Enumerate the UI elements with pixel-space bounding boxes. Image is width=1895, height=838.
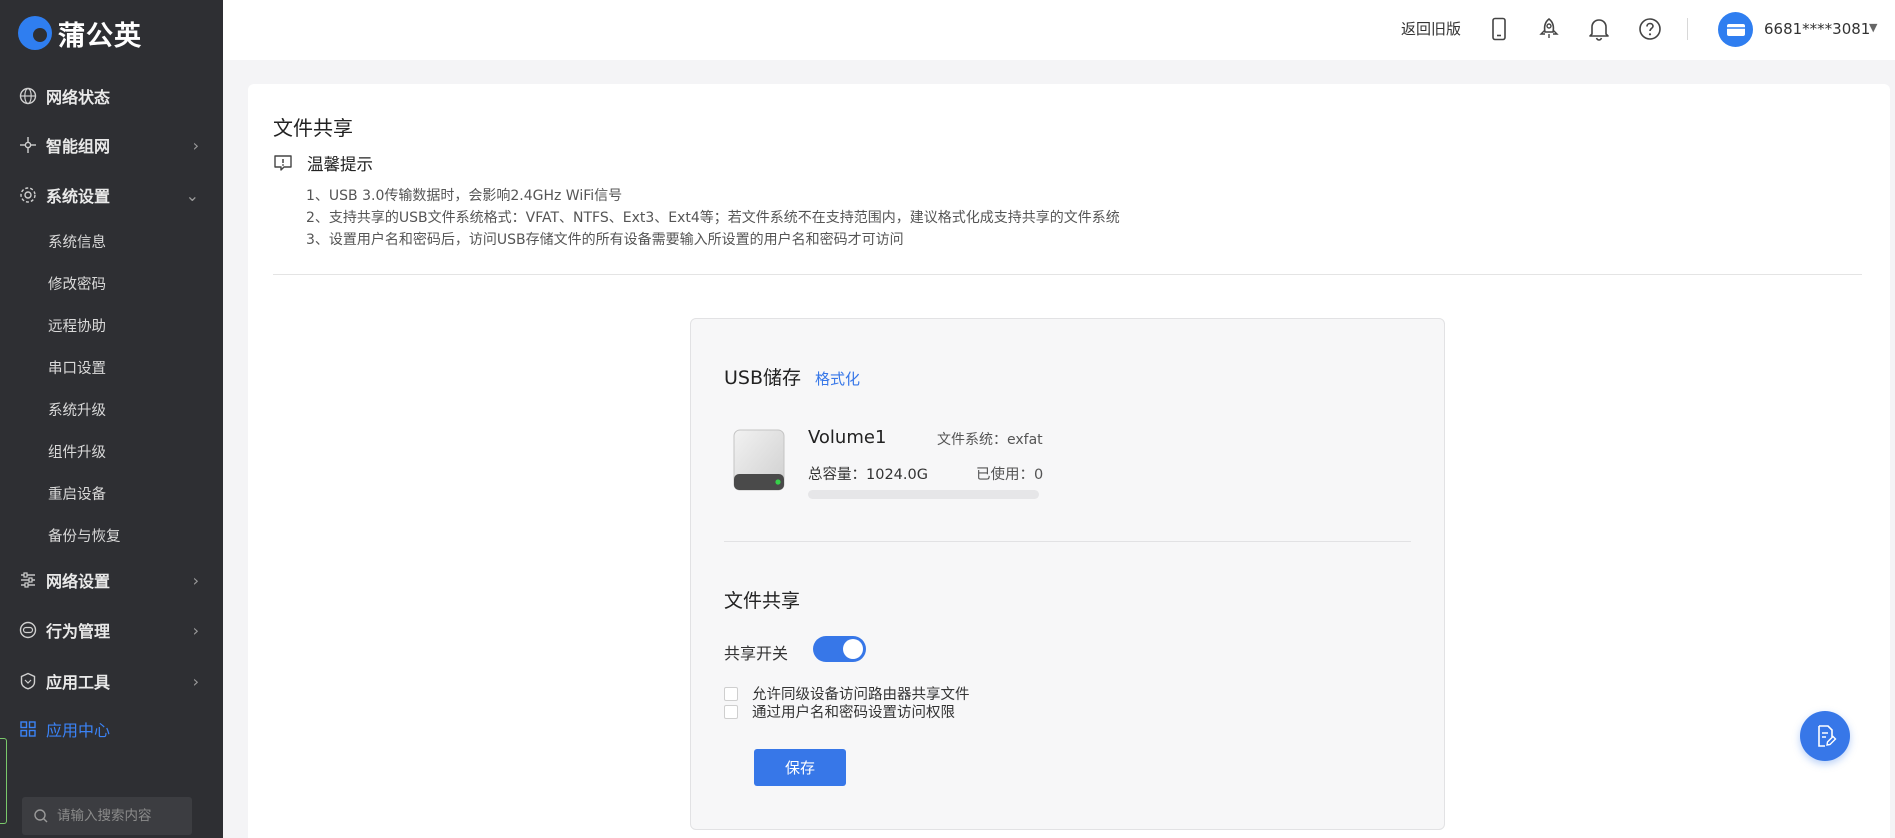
- sidebar-subitem-change-password[interactable]: 修改密码: [0, 267, 223, 299]
- sidebar-item-label: 网络设置: [46, 572, 111, 591]
- sidebar-subitem-label: 备份与恢复: [48, 528, 121, 545]
- sidebar-item-system-settings[interactable]: 系统设置 ⌄: [0, 177, 223, 213]
- sidebar-item-network-status[interactable]: 网络状态: [0, 78, 223, 114]
- used-label: 已使用：0: [976, 467, 1044, 483]
- capacity-label: 总容量：1024.0G: [808, 467, 928, 483]
- sidebar-item-label: 应用中心: [46, 721, 111, 740]
- back-to-old-version-link[interactable]: 返回旧版: [1401, 18, 1461, 39]
- sidebar-item-label: 行为管理: [46, 622, 111, 641]
- save-button[interactable]: 保存: [754, 749, 846, 786]
- panel-divider: [724, 541, 1411, 542]
- info-message-icon: [274, 155, 292, 171]
- tip-line: 3、设置用户名和密码后，访问USB存储文件的所有设备需要输入所设置的用户名和密码…: [306, 232, 904, 248]
- shield-icon: [18, 671, 38, 691]
- globe-icon: [18, 86, 38, 106]
- bell-icon[interactable]: [1585, 15, 1613, 43]
- topbar-separator: [1687, 18, 1688, 40]
- usb-storage-title: USB储存: [724, 367, 802, 389]
- hard-drive-icon: [733, 429, 785, 491]
- sidebar: 蒲公英 网络状态 智能组网 › 系统设置 ⌄ 系统信息 修改密码 远程协助 串口…: [0, 0, 223, 838]
- sidebar-item-network-settings[interactable]: 网络设置 ›: [0, 562, 223, 598]
- chevron-right-icon: ›: [192, 135, 199, 155]
- volume-name: Volume1: [808, 427, 887, 448]
- rocket-icon[interactable]: [1535, 15, 1563, 43]
- side-scroll-indicator: [0, 738, 7, 824]
- card-icon: [1726, 23, 1745, 36]
- gear-icon: [18, 185, 38, 205]
- sidebar-subitem-label: 系统信息: [48, 234, 106, 251]
- brand-logo[interactable]: 蒲公英: [18, 14, 142, 52]
- sidebar-search-input[interactable]: [57, 808, 187, 824]
- sidebar-item-app-center[interactable]: 应用中心: [0, 711, 223, 747]
- sidebar-subitem-label: 重启设备: [48, 486, 106, 503]
- sidebar-item-label: 系统设置: [46, 187, 111, 206]
- toggle-knob: [843, 639, 863, 659]
- feedback-float-button[interactable]: [1800, 711, 1850, 761]
- sidebar-search[interactable]: [22, 797, 192, 835]
- file-sharing-title: 文件共享: [724, 590, 801, 612]
- chevron-right-icon: ›: [192, 671, 199, 691]
- sidebar-subitem-label: 组件升级: [48, 444, 106, 461]
- phone-icon[interactable]: [1485, 15, 1513, 43]
- tips-title: 温馨提示: [307, 155, 373, 174]
- help-icon[interactable]: [1636, 15, 1664, 43]
- avatar[interactable]: [1718, 12, 1753, 47]
- sliders-icon: [18, 570, 38, 590]
- sidebar-subitem-system-upgrade[interactable]: 系统升级: [0, 393, 223, 425]
- filesystem-label: 文件系统：exfat: [937, 432, 1043, 448]
- sidebar-subitem-serial-settings[interactable]: 串口设置: [0, 351, 223, 383]
- tip-line: 1、USB 3.0传输数据时，会影响2.4GHz WiFi信号: [306, 188, 623, 204]
- edit-document-icon: [1818, 725, 1837, 747]
- caret-down-icon[interactable]: ▼: [1869, 21, 1877, 34]
- dandelion-logo-icon: [18, 16, 52, 50]
- checkbox[interactable]: [724, 704, 738, 719]
- capacity-progress-bar: [808, 490, 1039, 499]
- sidebar-item-label: 智能组网: [46, 137, 111, 156]
- chevron-right-icon: ›: [192, 570, 199, 590]
- tip-line: 2、支持共享的USB文件系统格式：VFAT、NTFS、Ext3、Ext4等；若文…: [306, 210, 1120, 226]
- page-title: 文件共享: [273, 116, 353, 140]
- username[interactable]: 6681****3081: [1764, 20, 1870, 38]
- checkbox-label: 通过用户名和密码设置访问权限: [752, 705, 955, 721]
- sidebar-item-label: 应用工具: [46, 673, 111, 692]
- chevron-right-icon: ›: [192, 620, 199, 640]
- sidebar-item-label: 网络状态: [46, 88, 111, 107]
- sidebar-subitem-label: 远程协助: [48, 318, 106, 335]
- tips-header: 温馨提示: [273, 151, 373, 175]
- sidebar-subitem-label: 系统升级: [48, 402, 106, 419]
- search-icon: [34, 809, 48, 823]
- sidebar-subitem-label: 串口设置: [48, 360, 106, 377]
- brand-name: 蒲公英: [58, 20, 142, 52]
- sidebar-subitem-reboot-device[interactable]: 重启设备: [0, 477, 223, 509]
- sidebar-subitem-system-info[interactable]: 系统信息: [0, 225, 223, 257]
- sidebar-subitem-label: 修改密码: [48, 276, 106, 293]
- sidebar-subitem-remote-assist[interactable]: 远程协助: [0, 309, 223, 341]
- sidebar-item-app-tools[interactable]: 应用工具 ›: [0, 663, 223, 699]
- checkbox[interactable]: [724, 686, 738, 701]
- sharing-toggle[interactable]: [813, 636, 866, 662]
- network-icon: [18, 135, 38, 155]
- credential-access-checkbox[interactable]: 通过用户名和密码设置访问权限: [724, 701, 955, 722]
- apps-grid-icon: [18, 719, 38, 739]
- sidebar-subitem-backup-restore[interactable]: 备份与恢复: [0, 519, 223, 551]
- sidebar-item-smart-networking[interactable]: 智能组网 ›: [0, 127, 223, 163]
- sidebar-item-behavior-management[interactable]: 行为管理 ›: [0, 612, 223, 648]
- sharing-switch-label: 共享开关: [724, 644, 789, 663]
- chevron-down-icon: ⌄: [185, 185, 199, 205]
- format-link[interactable]: 格式化: [815, 368, 860, 389]
- section-divider: [273, 274, 1862, 275]
- sidebar-subitem-component-upgrade[interactable]: 组件升级: [0, 435, 223, 467]
- behavior-icon: [18, 620, 38, 640]
